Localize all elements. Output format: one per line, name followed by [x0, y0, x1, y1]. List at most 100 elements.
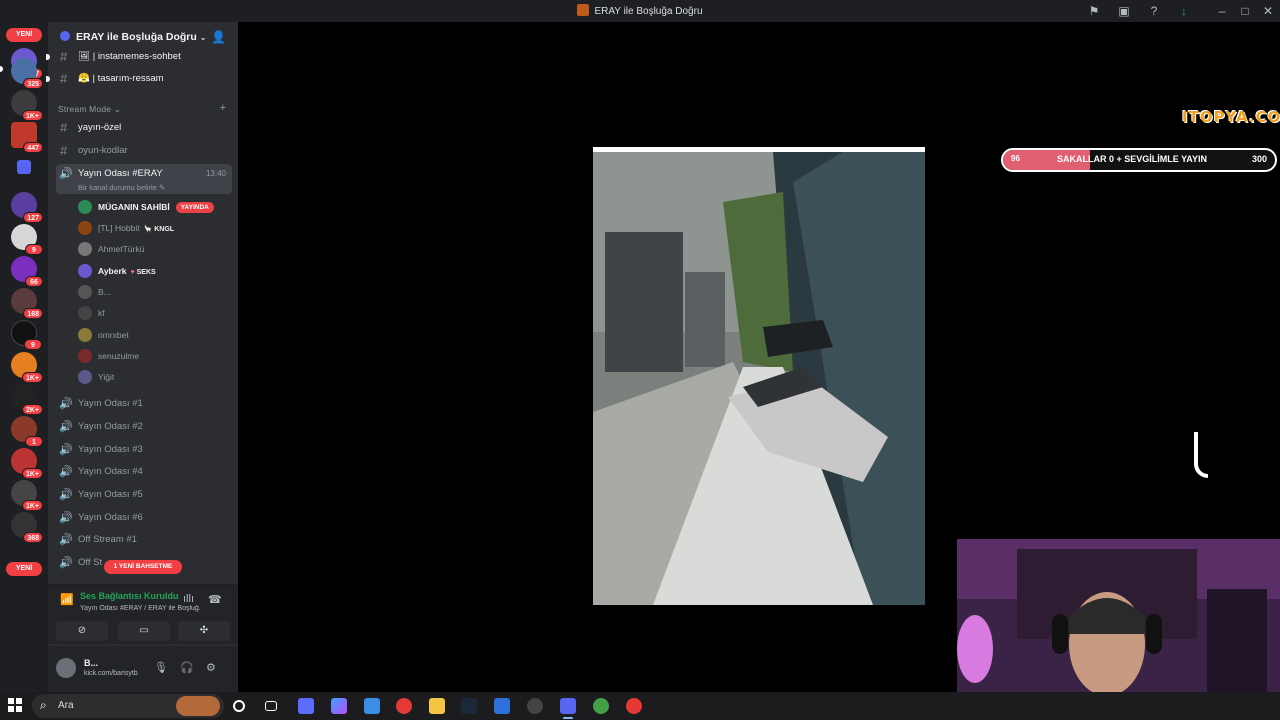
activities-button[interactable]: ✣: [178, 621, 230, 641]
chevron-down-icon: ⌄: [199, 33, 207, 42]
voice-member[interactable]: omrxbet: [78, 325, 230, 345]
channel-status[interactable]: Bir kanal durumu belirle ✎: [78, 183, 165, 192]
voice-member[interactable]: Yiğit: [78, 367, 230, 387]
taskbar-search[interactable]: ⌕ Ara: [32, 694, 224, 718]
server-icon-6[interactable]: 9: [11, 224, 43, 255]
window-title-text: ERAY ile Boşluğa Doğru: [594, 6, 703, 17]
app-icon[interactable]: [298, 698, 314, 714]
avatar: [78, 221, 92, 235]
screen-share-button[interactable]: ▭: [118, 621, 170, 641]
download-icon[interactable]: ↓: [1176, 3, 1192, 19]
headphones-icon[interactable]: 🎧: [180, 661, 194, 674]
server-badge: 1K+: [21, 372, 43, 383]
camera-button[interactable]: ⊘: [56, 621, 108, 641]
voice-status[interactable]: Ses Bağlantısı Kuruldu: [80, 591, 179, 601]
voice-channel[interactable]: 🔊 Yayın Odası #3: [56, 440, 232, 460]
settings-icon[interactable]: ⚙: [206, 661, 216, 674]
avatar[interactable]: [56, 658, 76, 678]
voice-channel[interactable]: 🔊 Yayın Odası #1: [56, 394, 232, 414]
avatar: [78, 306, 92, 320]
server-icon-11[interactable]: 2K+: [11, 384, 43, 415]
new-mention-pill[interactable]: 1 YENİ BAHSETME: [104, 560, 182, 574]
voice-member[interactable]: [TL] Hobbit 🦙 KNGL: [78, 218, 230, 238]
server-icon-2[interactable]: 325: [11, 58, 43, 89]
signal-icon: 📶: [60, 594, 74, 606]
task-view-icon[interactable]: [265, 701, 277, 711]
voice-member[interactable]: B...: [78, 282, 230, 302]
inbox-icon[interactable]: ▣: [1116, 3, 1132, 19]
voice-channel[interactable]: 🔊 Off Stream #1: [56, 530, 232, 550]
invite-icon[interactable]: 👤: [211, 30, 226, 44]
help-icon[interactable]: ?: [1146, 3, 1162, 19]
voice-member[interactable]: MÜGANIN SAHİBİ YAYINDA: [78, 197, 230, 217]
channel-name: Off Stream #1: [78, 534, 137, 545]
maximize-icon[interactable]: □: [1237, 3, 1253, 19]
folder-icon[interactable]: [17, 160, 31, 174]
channel-tasarim-ressam[interactable]: # 😤 | tasarım-ressam: [56, 69, 232, 89]
new-unreads-pill-top[interactable]: YENİ: [6, 28, 42, 42]
server-icon-12[interactable]: 1: [11, 416, 43, 447]
server-icon-8[interactable]: 168: [11, 288, 43, 319]
avatar: [78, 264, 92, 278]
voice-member[interactable]: Ayberk ♥ SEKS: [78, 261, 230, 281]
server-icon-5[interactable]: 127: [11, 192, 43, 223]
channel-oyun-kodlar[interactable]: # oyun-kodlar: [56, 141, 232, 161]
steam-icon[interactable]: [461, 698, 477, 714]
channel-name: Yayın Odası #2: [78, 421, 143, 432]
chrome-profile-icon[interactable]: [593, 698, 609, 714]
flag-icon[interactable]: ⚑: [1086, 3, 1102, 19]
category-stream-mode[interactable]: Stream Mode ⌄: [58, 104, 121, 115]
noise-suppression-icon[interactable]: ıllı: [183, 593, 194, 605]
new-unreads-pill-bottom[interactable]: YENİ: [6, 562, 42, 576]
unread-indicator: [46, 76, 50, 82]
voice-member[interactable]: AhmetTürkü: [78, 239, 230, 259]
add-channel-icon[interactable]: +: [220, 102, 226, 114]
voice-connection-panel: 📶 Ses Bağlantısı Kuruldu Yayın Odası #ER…: [48, 584, 238, 644]
store-icon[interactable]: [364, 698, 380, 714]
server-badge: 1K+: [21, 468, 43, 479]
server-icon-14[interactable]: 1K+: [11, 480, 43, 511]
channel-name: Off St: [78, 557, 103, 568]
file-explorer-icon[interactable]: [429, 698, 445, 714]
disconnect-icon[interactable]: ☎: [208, 593, 222, 606]
server-badge: 9: [25, 244, 43, 255]
user-name[interactable]: B...: [84, 658, 98, 668]
channel-instamemes[interactable]: # 🖼 | instamemes-sohbet: [56, 47, 232, 67]
windows-start-icon[interactable]: [8, 698, 22, 712]
microphone-icon[interactable]: 🎙: [154, 661, 168, 674]
member-name: MÜGANIN SAHİBİ: [98, 202, 170, 212]
voice-channel-path[interactable]: Yayın Odası #ERAY / ERAY ile Boşluğ...: [80, 605, 200, 612]
member-tag-text: KNGL: [154, 226, 175, 233]
speaker-icon: 🔊: [59, 168, 73, 180]
chrome-icon[interactable]: [396, 698, 412, 714]
copilot-icon[interactable]: [331, 698, 347, 714]
channel-emoji: 🖼: [78, 51, 91, 62]
voice-channel[interactable]: 🔊 Yayın Odası #2: [56, 417, 232, 437]
voice-time: 13:40: [205, 169, 226, 178]
server-icon-4[interactable]: 447: [11, 122, 43, 153]
server-icon-10[interactable]: 1K+: [11, 352, 43, 383]
discord-icon[interactable]: [560, 698, 576, 714]
server-badge: 9: [24, 339, 42, 350]
speaker-icon: 🔊: [59, 421, 73, 433]
minimize-icon[interactable]: –: [1214, 3, 1230, 19]
app-icon[interactable]: [527, 698, 543, 714]
stream-view[interactable]: ITOPYA.COM 96 SAKALLAR 0 + SEVGİLİMLE YA…: [238, 22, 1280, 692]
server-icon-15[interactable]: 368: [11, 512, 43, 543]
voice-channel[interactable]: 🔊 Yayın Odası #6: [56, 508, 232, 528]
channel-yayin-ozel[interactable]: # yayın-özel: [56, 118, 232, 138]
voice-member[interactable]: senuzulme: [78, 346, 230, 366]
server-icon-3[interactable]: 1K+: [11, 90, 43, 121]
server-icon-7[interactable]: 66: [11, 256, 43, 287]
server-icon-9[interactable]: 9: [11, 320, 42, 350]
server-icon-13[interactable]: 1K+: [11, 448, 43, 479]
app-icon[interactable]: [494, 698, 510, 714]
cortana-icon[interactable]: [233, 700, 245, 712]
voice-channel[interactable]: 🔊 Yayın Odası #4: [56, 462, 232, 482]
voice-channel[interactable]: 🔊 Yayın Odası #5: [56, 485, 232, 505]
close-icon[interactable]: ✕: [1260, 3, 1276, 19]
voice-member[interactable]: kf: [78, 303, 230, 323]
hash-icon: #: [60, 49, 68, 64]
server-name: ERAY ile Boşluğa Doğru: [76, 31, 197, 43]
app-icon[interactable]: [626, 698, 642, 714]
